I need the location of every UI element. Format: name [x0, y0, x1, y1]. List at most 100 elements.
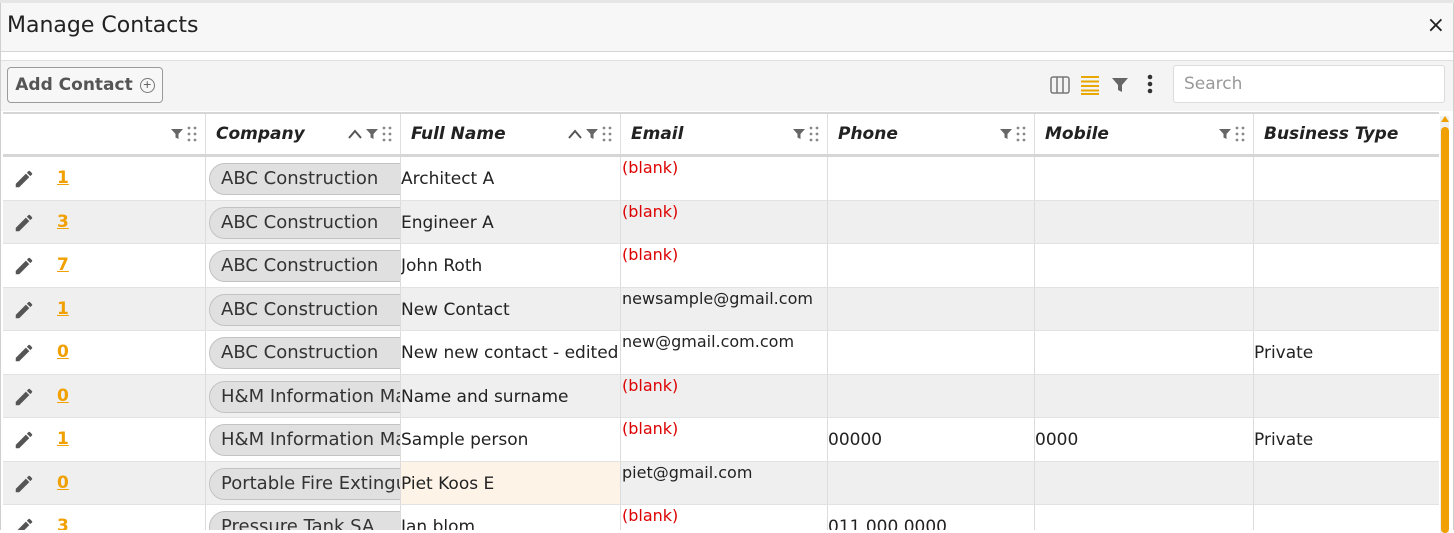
phone-cell[interactable]: [828, 244, 1035, 287]
email-cell[interactable]: (blank): [621, 244, 828, 287]
linked-count-link[interactable]: 1: [57, 429, 69, 449]
add-contact-button[interactable]: Add Contact +: [7, 67, 163, 103]
edit-pencil-icon[interactable]: [13, 516, 35, 530]
edit-pencil-icon[interactable]: [13, 299, 35, 321]
business-type-cell[interactable]: [1254, 288, 1439, 331]
business-type-cell[interactable]: [1254, 462, 1439, 505]
column-filter-icon[interactable]: [586, 128, 598, 140]
company-chip[interactable]: ABC Construction: [209, 206, 400, 239]
edit-pencil-icon[interactable]: [13, 168, 35, 190]
drag-handle-icon[interactable]: [602, 126, 612, 142]
column-filter-icon[interactable]: [1219, 128, 1231, 140]
mobile-cell[interactable]: [1035, 461, 1254, 504]
full-name-cell[interactable]: New new contact - edited: [401, 331, 621, 374]
phone-cell[interactable]: [828, 461, 1035, 504]
business-type-cell[interactable]: [1254, 201, 1439, 244]
phone-cell[interactable]: 00000: [828, 418, 1035, 461]
mobile-cell[interactable]: [1035, 200, 1254, 243]
column-header-full-name[interactable]: Full Name: [401, 114, 621, 154]
email-cell[interactable]: new@gmail.com.com: [621, 331, 828, 374]
email-cell[interactable]: (blank): [621, 418, 828, 461]
phone-cell[interactable]: [828, 331, 1035, 374]
company-chip[interactable]: ABC Construction: [209, 337, 400, 369]
linked-count-link[interactable]: 1: [57, 168, 69, 188]
company-chip[interactable]: Portable Fire Extingu: [209, 467, 400, 500]
email-cell[interactable]: (blank): [621, 200, 828, 243]
scroll-up-arrow-icon[interactable]: [1441, 116, 1449, 122]
mobile-cell[interactable]: [1035, 244, 1254, 287]
edit-pencil-icon[interactable]: [13, 342, 35, 364]
company-chip[interactable]: ABC Construction: [209, 163, 400, 195]
drag-handle-icon[interactable]: [809, 126, 819, 142]
full-name-cell[interactable]: Piet Koos E: [401, 461, 621, 504]
drag-handle-icon[interactable]: [382, 126, 392, 142]
table-row[interactable]: 1 ABC Construction Architect A (blank): [3, 157, 1439, 201]
business-type-cell[interactable]: Private: [1254, 331, 1439, 374]
table-row[interactable]: 3 ABC Construction Engineer A (blank): [3, 200, 1439, 244]
search-input[interactable]: [1173, 65, 1445, 103]
full-name-cell[interactable]: Name and surname: [401, 374, 621, 417]
full-name-cell[interactable]: Engineer A: [401, 200, 621, 243]
column-filter-icon[interactable]: [171, 128, 183, 140]
email-cell[interactable]: (blank): [621, 374, 828, 417]
column-filter-icon[interactable]: [366, 128, 378, 140]
linked-count-link[interactable]: 0: [57, 386, 69, 406]
phone-cell[interactable]: [828, 287, 1035, 330]
mobile-cell[interactable]: [1035, 331, 1254, 374]
edit-pencil-icon[interactable]: [13, 473, 35, 495]
linked-count-link[interactable]: 7: [57, 255, 69, 275]
table-row[interactable]: 1 H&M Information Ma Sample person (blank) 0…: [3, 418, 1439, 462]
business-type-cell[interactable]: [1254, 244, 1439, 287]
table-row[interactable]: 7 ABC Construction John Roth (blank): [3, 244, 1439, 288]
filter-icon[interactable]: [1105, 71, 1135, 99]
phone-cell[interactable]: [828, 157, 1035, 200]
linked-count-link[interactable]: 0: [57, 342, 69, 362]
full-name-cell[interactable]: John Roth: [401, 244, 621, 287]
drag-handle-icon[interactable]: [187, 126, 197, 142]
table-row[interactable]: 0 Portable Fire Extingu Piet Koos E piet@gm…: [3, 461, 1439, 505]
full-name-cell[interactable]: Jan blom: [401, 505, 621, 530]
business-type-cell[interactable]: Private: [1254, 418, 1439, 461]
company-chip[interactable]: ABC Construction: [209, 293, 400, 326]
mobile-cell[interactable]: [1035, 505, 1254, 530]
linked-count-link[interactable]: 1: [57, 299, 69, 319]
full-name-cell[interactable]: New Contact: [401, 287, 621, 330]
company-chip[interactable]: H&M Information Ma: [209, 424, 400, 456]
phone-cell[interactable]: [828, 374, 1035, 417]
email-cell[interactable]: newsample@gmail.com: [621, 287, 828, 330]
mobile-cell[interactable]: 0000: [1035, 418, 1254, 461]
sort-asc-icon[interactable]: [568, 129, 582, 139]
close-button[interactable]: ×: [1427, 13, 1445, 38]
company-chip[interactable]: H&M Information Ma: [209, 380, 400, 413]
column-header-actions[interactable]: [3, 114, 206, 154]
column-header-mobile[interactable]: Mobile: [1035, 114, 1254, 154]
column-header-business-type[interactable]: Business Type: [1254, 114, 1439, 154]
email-cell[interactable]: piet@gmail.com: [621, 461, 828, 504]
linked-count-link[interactable]: 3: [57, 516, 69, 530]
drag-handle-icon[interactable]: [1235, 126, 1245, 142]
edit-pencil-icon[interactable]: [13, 255, 35, 277]
business-type-cell[interactable]: [1254, 505, 1439, 530]
email-cell[interactable]: (blank): [621, 505, 828, 530]
column-filter-icon[interactable]: [793, 128, 805, 140]
mobile-cell[interactable]: [1035, 157, 1254, 200]
company-chip[interactable]: ABC Construction: [209, 250, 400, 282]
column-header-phone[interactable]: Phone: [828, 114, 1035, 154]
business-type-cell[interactable]: [1254, 157, 1439, 200]
mobile-cell[interactable]: [1035, 287, 1254, 330]
full-name-cell[interactable]: Architect A: [401, 157, 621, 200]
email-cell[interactable]: (blank): [621, 157, 828, 200]
column-header-email[interactable]: Email: [621, 114, 828, 154]
table-row[interactable]: 1 ABC Construction New Contact newsample@gm…: [3, 287, 1439, 331]
linked-count-link[interactable]: 0: [57, 473, 69, 493]
drag-handle-icon[interactable]: [1016, 126, 1026, 142]
more-options-icon[interactable]: [1135, 71, 1165, 99]
sort-asc-icon[interactable]: [348, 129, 362, 139]
edit-pencil-icon[interactable]: [13, 212, 35, 234]
phone-cell[interactable]: 011 000 0000: [828, 505, 1035, 530]
table-row[interactable]: 3 Pressure Tank SA Jan blom (blank) 011 000 …: [3, 505, 1439, 530]
full-name-cell[interactable]: Sample person: [401, 418, 621, 461]
columns-icon[interactable]: [1045, 71, 1075, 99]
phone-cell[interactable]: [828, 200, 1035, 243]
edit-pencil-icon[interactable]: [13, 386, 35, 408]
